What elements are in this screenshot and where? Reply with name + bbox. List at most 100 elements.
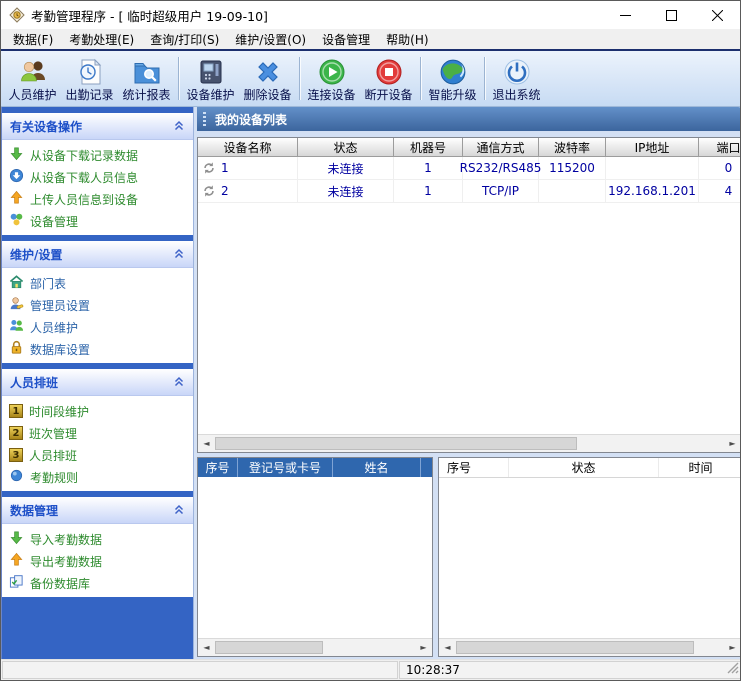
sidebar-item-download-records[interactable]: 从设备下载记录数据: [2, 144, 193, 166]
toolbar-device-maintain-button[interactable]: 设备维护: [182, 52, 239, 105]
scrollbar-thumb[interactable]: [215, 437, 577, 450]
toolbar-person-maintain-button[interactable]: 人员维护: [4, 52, 61, 105]
column-header-port[interactable]: 端口: [699, 138, 741, 157]
main-area: 我的设备列表 设备名称 状态 机器号 通信方式 波特率 IP地址 端口 1: [197, 107, 741, 661]
column-header-comm-mode[interactable]: 通信方式: [463, 138, 539, 157]
scroll-right-arrow-icon[interactable]: ►: [724, 639, 741, 656]
item-label: 数据库设置: [30, 341, 90, 358]
column-header-device-name[interactable]: 设备名称: [198, 138, 298, 157]
menu-maintain-setting[interactable]: 维护/设置(O): [227, 29, 314, 50]
column-header-seq[interactable]: 序号: [198, 458, 238, 477]
number-1-badge-icon: 1: [9, 404, 23, 418]
sidebar-group-device-operations[interactable]: 有关设备操作: [2, 113, 193, 140]
device-row[interactable]: 1 未连接 1 RS232/RS485 115200 0: [198, 157, 741, 180]
column-header-seq[interactable]: 序号: [439, 458, 509, 477]
personnel-list-panel: 序号 登记号或卡号 姓名 ◄ ►: [197, 457, 433, 657]
download-blue-circle-icon: [9, 168, 24, 186]
toolbar-smart-upgrade-button[interactable]: 智能升级: [424, 52, 481, 105]
personnel-horizontal-scrollbar[interactable]: ◄ ►: [198, 638, 432, 656]
toolbar-separator: [178, 57, 179, 100]
upgrade-globe-icon: [438, 55, 468, 87]
menu-bar: 数据(F) 考勤处理(E) 查询/打印(S) 维护/设置(O) 设备管理 帮助(…: [1, 29, 740, 49]
scrollbar-thumb[interactable]: [215, 641, 323, 654]
upload-orange-arrow-icon: [9, 190, 24, 208]
menu-attendance-process[interactable]: 考勤处理(E): [61, 29, 142, 50]
record-horizontal-scrollbar[interactable]: ◄ ►: [439, 638, 741, 656]
app-window: 考勤管理程序 - [ 临时超级用户 19-09-10] 数据(F) 考勤处理(E…: [0, 0, 741, 681]
drag-grip-icon[interactable]: [203, 112, 206, 126]
item-label: 设备管理: [30, 213, 78, 230]
record-table-header: 序号 状态 时间: [439, 458, 741, 478]
sidebar-group-maintain-settings[interactable]: 维护/设置: [2, 241, 193, 268]
chevron-up-icon[interactable]: [173, 375, 185, 390]
resize-grip-icon[interactable]: [726, 661, 739, 677]
column-header-extra[interactable]: [421, 458, 433, 477]
toolbar-delete-device-button[interactable]: 删除设备: [239, 52, 296, 105]
sidebar-item-attendance-rules[interactable]: 考勤规则: [2, 466, 193, 488]
menu-device-manage[interactable]: 设备管理: [314, 29, 378, 50]
sidebar-group-data-manage[interactable]: 数据管理: [2, 497, 193, 524]
sidebar-item-export-data[interactable]: 导出考勤数据: [2, 550, 193, 572]
status-section-time: 10:28:37: [399, 661, 741, 679]
toolbar-disconnect-device-button[interactable]: 断开设备: [360, 52, 417, 105]
sidebar-item-time-period-maintain[interactable]: 1 时间段维护: [2, 400, 193, 422]
column-header-machine-no[interactable]: 机器号: [394, 138, 463, 157]
sidebar-group-person-schedule[interactable]: 人员排班: [2, 369, 193, 396]
device-ip: 192.168.1.201: [606, 180, 699, 203]
close-button[interactable]: [694, 1, 740, 29]
scroll-left-arrow-icon[interactable]: ◄: [198, 639, 215, 656]
sidebar-item-backup-database[interactable]: 备份数据库: [2, 572, 193, 594]
column-header-time[interactable]: 时间: [659, 458, 741, 477]
column-header-reg-or-card-no[interactable]: 登记号或卡号: [238, 458, 333, 477]
device-row[interactable]: 2 未连接 1 TCP/IP 192.168.1.201 4: [198, 180, 741, 203]
group-title: 数据管理: [10, 502, 58, 519]
minimize-button[interactable]: [602, 1, 648, 29]
scrollbar-thumb[interactable]: [456, 641, 694, 654]
toolbar-separator: [299, 57, 300, 100]
scroll-right-arrow-icon[interactable]: ►: [415, 639, 432, 656]
column-header-status[interactable]: 状态: [298, 138, 394, 157]
scroll-left-arrow-icon[interactable]: ◄: [439, 639, 456, 656]
sidebar-item-person-maintain[interactable]: 人员维护: [2, 316, 193, 338]
group-title: 有关设备操作: [10, 118, 82, 135]
maximize-button[interactable]: [648, 1, 694, 29]
sidebar-item-import-data[interactable]: 导入考勤数据: [2, 528, 193, 550]
sidebar-item-upload-personnel[interactable]: 上传人员信息到设备: [2, 188, 193, 210]
sidebar-item-shift-manage[interactable]: 2 班次管理: [2, 422, 193, 444]
item-label: 时间段维护: [29, 403, 89, 420]
device-horizontal-scrollbar[interactable]: ◄ ►: [198, 434, 741, 452]
chevron-up-icon[interactable]: [173, 119, 185, 134]
scroll-left-arrow-icon[interactable]: ◄: [198, 435, 215, 452]
menu-query-print[interactable]: 查询/打印(S): [142, 29, 227, 50]
column-header-ip[interactable]: IP地址: [606, 138, 699, 157]
item-label: 从设备下载记录数据: [30, 147, 138, 164]
toolbar-connect-device-button[interactable]: 连接设备: [303, 52, 360, 105]
column-header-baud-rate[interactable]: 波特率: [539, 138, 606, 157]
chevron-up-icon[interactable]: [173, 503, 185, 518]
device-list-caption-bar: 我的设备列表: [197, 107, 741, 131]
toolbar-exit-system-button[interactable]: 退出系统: [488, 52, 545, 105]
device-port: 0: [699, 157, 741, 180]
toolbar-label: 人员维护: [8, 87, 56, 103]
chevron-up-icon[interactable]: [173, 247, 185, 262]
toolbar-statistics-report-button[interactable]: 统计报表: [118, 52, 175, 105]
menu-data[interactable]: 数据(F): [5, 29, 61, 50]
sidebar-item-database-settings[interactable]: 数据库设置: [2, 338, 193, 360]
item-label: 备份数据库: [30, 575, 90, 592]
content-area: 有关设备操作 从设备下载记录数据 从设备下载人员信息 上传人员信息到设备: [1, 107, 741, 661]
item-label: 人员排班: [29, 447, 77, 464]
column-header-status[interactable]: 状态: [509, 458, 659, 477]
blue-ball-icon: [9, 468, 24, 486]
toolbar-attendance-record-button[interactable]: 出勤记录: [61, 52, 118, 105]
column-header-name[interactable]: 姓名: [333, 458, 421, 477]
sidebar-item-download-personnel[interactable]: 从设备下载人员信息: [2, 166, 193, 188]
scroll-right-arrow-icon[interactable]: ►: [724, 435, 741, 452]
sidebar-item-device-manage[interactable]: 设备管理: [2, 210, 193, 232]
sync-device-icon: [202, 161, 216, 175]
sidebar-item-person-schedule[interactable]: 3 人员排班: [2, 444, 193, 466]
device-port: 4: [699, 180, 741, 203]
sidebar-item-department-table[interactable]: 部门表: [2, 272, 193, 294]
sidebar-item-admin-settings[interactable]: 管理员设置: [2, 294, 193, 316]
menu-help[interactable]: 帮助(H): [378, 29, 436, 50]
toolbar-separator: [420, 57, 421, 100]
